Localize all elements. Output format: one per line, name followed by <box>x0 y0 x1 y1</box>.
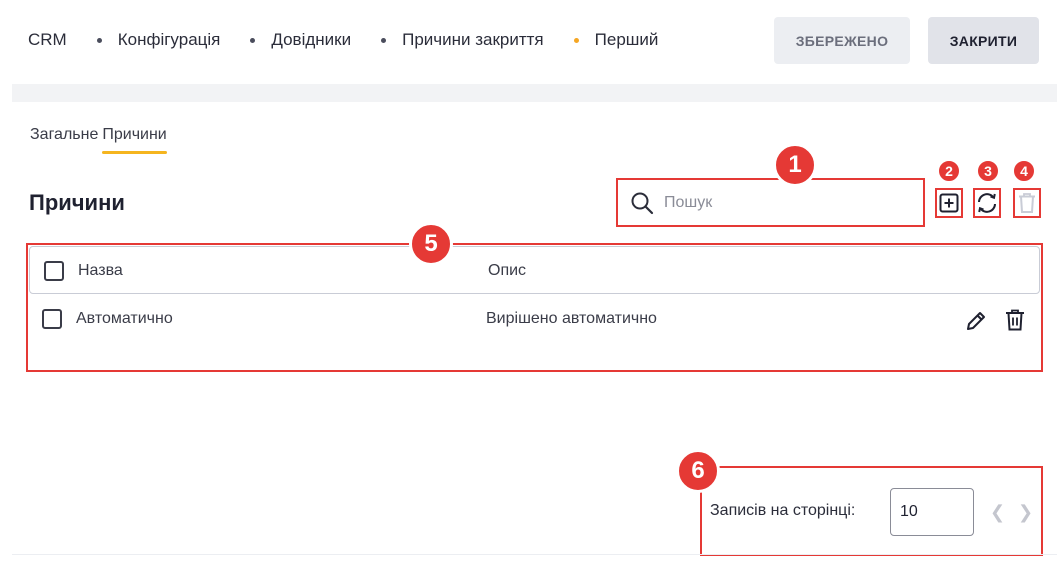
section-title: Причини <box>29 190 125 215</box>
delete-selected-button[interactable] <box>1013 188 1041 218</box>
search-box[interactable] <box>616 178 925 227</box>
header: CRM Конфігурація Довідники Причини закри… <box>0 0 1057 84</box>
refresh-icon <box>978 193 996 213</box>
edit-icon[interactable] <box>964 309 988 333</box>
breadcrumb-label: Конфігурація <box>117 30 221 49</box>
plus-square-icon <box>939 193 959 213</box>
tab-general[interactable]: Загальне <box>30 126 98 154</box>
row-name: Автоматично <box>76 310 173 327</box>
breadcrumb-item-crm[interactable]: CRM <box>28 30 67 50</box>
page-size-label: Записів на сторінці: <box>710 502 856 519</box>
breadcrumb-separator <box>96 37 102 43</box>
breadcrumb-item-directories[interactable]: Довідники <box>220 30 351 50</box>
row-checkbox[interactable] <box>42 309 62 329</box>
annotation-badge-2: 2 <box>937 159 961 183</box>
annotation-badge-4: 4 <box>1012 159 1036 183</box>
annotation-badge-1: 1 <box>773 143 817 187</box>
breadcrumb-label: Довідники <box>271 30 352 49</box>
breadcrumb-label: Причини закриття <box>402 30 544 49</box>
breadcrumb-item-close-reasons[interactable]: Причини закриття <box>351 30 544 50</box>
close-button[interactable]: ЗАКРИТИ <box>928 17 1039 64</box>
search-icon <box>631 192 654 214</box>
pagination: Записів на сторінці: ❮ ❯ <box>700 466 1043 556</box>
annotation-badge-5: 5 <box>409 222 453 266</box>
tab-reasons[interactable]: Причини <box>102 126 168 154</box>
annotation-badge-6: 6 <box>676 449 720 493</box>
breadcrumb-separator <box>573 37 579 43</box>
breadcrumb-separator <box>250 37 256 43</box>
prev-page-icon[interactable]: ❮ <box>990 502 1005 523</box>
reasons-table: Назва Опис Автоматично Вирішено автомати… <box>26 243 1043 372</box>
breadcrumb: CRM Конфігурація Довідники Причини закри… <box>28 30 658 50</box>
breadcrumb-label: CRM <box>28 30 67 49</box>
add-button[interactable] <box>935 188 963 218</box>
refresh-button[interactable] <box>973 188 1001 218</box>
row-trash-icon[interactable] <box>1004 308 1026 332</box>
column-header-name[interactable]: Назва <box>78 262 123 280</box>
breadcrumb-item-configuration[interactable]: Конфігурація <box>67 30 221 50</box>
row-description: Вирішено автоматично <box>486 310 657 327</box>
tab-bar: Загальне Причини <box>30 126 171 154</box>
table-header: Назва Опис <box>29 246 1040 294</box>
column-header-description[interactable]: Опис <box>488 262 526 280</box>
annotation-badge-3: 3 <box>976 159 1000 183</box>
header-divider <box>12 84 1057 102</box>
footer-divider <box>12 554 1057 555</box>
saved-button[interactable]: ЗБЕРЕЖЕНО <box>774 17 910 64</box>
search-input[interactable] <box>664 193 894 212</box>
breadcrumb-item-current: Перший <box>544 30 659 50</box>
select-all-checkbox[interactable] <box>44 261 64 281</box>
page-size-input[interactable] <box>890 488 974 536</box>
breadcrumb-label: Перший <box>594 30 659 49</box>
breadcrumb-separator <box>381 37 387 43</box>
next-page-icon[interactable]: ❯ <box>1018 502 1033 523</box>
trash-icon <box>1019 193 1035 213</box>
